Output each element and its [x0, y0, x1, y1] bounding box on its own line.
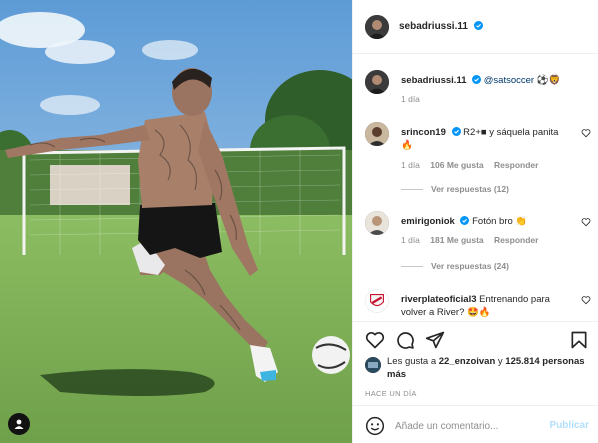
replies-divider: [401, 188, 423, 190]
comment-likes-count[interactable]: 181 Me gusta: [430, 235, 483, 245]
post-actions: Les gusta a 22_enzoivan y 125.814 person…: [353, 321, 598, 443]
view-replies-label[interactable]: Ver respuestas (24): [431, 261, 509, 271]
caption-author-avatar[interactable]: [365, 70, 389, 94]
caption-emojis: ⚽🦁: [536, 75, 561, 86]
post-timestamp[interactable]: HACE UN DÍA: [365, 389, 417, 398]
author-avatar[interactable]: [365, 14, 389, 39]
user-tag-glyph: [14, 419, 24, 429]
likes-summary: Les gusta a 22_enzoivan y 125.814 person…: [365, 355, 589, 385]
comment-username[interactable]: srincon19: [401, 127, 446, 138]
author-avatar-image: [365, 14, 389, 39]
heart-icon[interactable]: [365, 330, 385, 350]
author-username-text[interactable]: sebadriussi.11: [399, 21, 468, 32]
caption-time: 1 día: [401, 94, 420, 104]
likes-conjunction: y: [497, 356, 503, 367]
emoji-icon[interactable]: [365, 416, 385, 436]
comment-text: riverplateoficial3 Entrenando para volve…: [401, 293, 569, 319]
comments-list[interactable]: sebadriussi.11 @satsoccer ⚽🦁 1 día srinc…: [353, 54, 598, 321]
comment-avatar[interactable]: [365, 211, 389, 235]
comment-like-heart-icon[interactable]: [581, 295, 591, 305]
comment-meta: 1 día 181 Me gusta Responder: [401, 235, 538, 245]
comment-reply-button[interactable]: Responder: [494, 235, 538, 245]
comment-text: srincon19 R2+■ y sáquela panita 🔥: [401, 126, 569, 152]
post-photo-image: [0, 0, 352, 443]
verified-badge-icon: [451, 127, 461, 136]
comment-username[interactable]: riverplateoficial3: [401, 294, 477, 305]
liker-username[interactable]: 22_enzoivan: [439, 356, 496, 367]
caption-avatar-image: [365, 70, 389, 94]
caption-mention-link[interactable]: @satsoccer: [484, 75, 534, 86]
liker-avatar-image: [365, 357, 381, 373]
comment-time: 1 día: [401, 235, 420, 245]
comment-like-heart-icon[interactable]: [581, 217, 591, 227]
replies-divider: [401, 265, 423, 267]
likes-summary-text: Les gusta a 22_enzoivan y 125.814 person…: [387, 355, 587, 381]
caption-text: sebadriussi.11 @satsoccer ⚽🦁: [401, 74, 569, 87]
post-side-panel: sebadriussi.11 sebadriussi.11 @satsoccer…: [352, 0, 598, 443]
view-replies-button[interactable]: Ver respuestas (24): [401, 261, 509, 271]
bookmark-icon[interactable]: [569, 330, 589, 350]
post-photo[interactable]: [0, 0, 352, 443]
author-username[interactable]: sebadriussi.11: [399, 21, 483, 32]
comment-text: emirigoniok Fotón bro 👏: [401, 215, 569, 228]
view-replies-label[interactable]: Ver respuestas (12): [431, 184, 509, 194]
publish-button[interactable]: Publicar: [550, 420, 589, 431]
comment-username[interactable]: emirigoniok: [401, 216, 455, 227]
comment-avatar-image: [365, 122, 389, 146]
verified-badge-icon: [460, 216, 470, 225]
comment-reply-button[interactable]: Responder: [494, 160, 538, 170]
caption-author-name[interactable]: sebadriussi.11: [401, 75, 466, 86]
comment-item: srincon19 R2+■ y sáquela panita 🔥 1 día …: [365, 122, 591, 194]
verified-badge-icon: [473, 21, 483, 30]
action-icons-row: [365, 330, 589, 352]
post-header: sebadriussi.11: [353, 0, 598, 54]
comment-meta: 1 día 106 Me gusta Responder: [401, 160, 538, 170]
comment-input[interactable]: [395, 416, 540, 436]
comment-body: Fotón bro 👏: [472, 216, 528, 227]
caption: sebadriussi.11 @satsoccer ⚽🦁 1 día: [365, 70, 591, 110]
share-icon[interactable]: [425, 330, 445, 350]
comment-item: riverplateoficial3 Entrenando para volve…: [365, 289, 591, 321]
comment-icon[interactable]: [395, 330, 415, 350]
comment-item: emirigoniok Fotón bro 👏 1 día 181 Me gus…: [365, 211, 591, 283]
view-replies-button[interactable]: Ver respuestas (12): [401, 184, 509, 194]
comment-avatar[interactable]: [365, 289, 389, 313]
comment-likes-count[interactable]: 106 Me gusta: [430, 160, 483, 170]
liker-avatar[interactable]: [365, 357, 381, 373]
comment-avatar-image: [366, 290, 388, 312]
user-tag-icon[interactable]: [8, 413, 30, 435]
likes-prefix: Les gusta a: [387, 356, 437, 367]
comment-like-heart-icon[interactable]: [581, 128, 591, 138]
comment-time: 1 día: [401, 160, 420, 170]
comment-composer: Publicar: [353, 405, 598, 443]
comment-avatar[interactable]: [365, 122, 389, 146]
verified-badge-icon: [472, 75, 482, 84]
comment-avatar-image: [365, 211, 389, 235]
